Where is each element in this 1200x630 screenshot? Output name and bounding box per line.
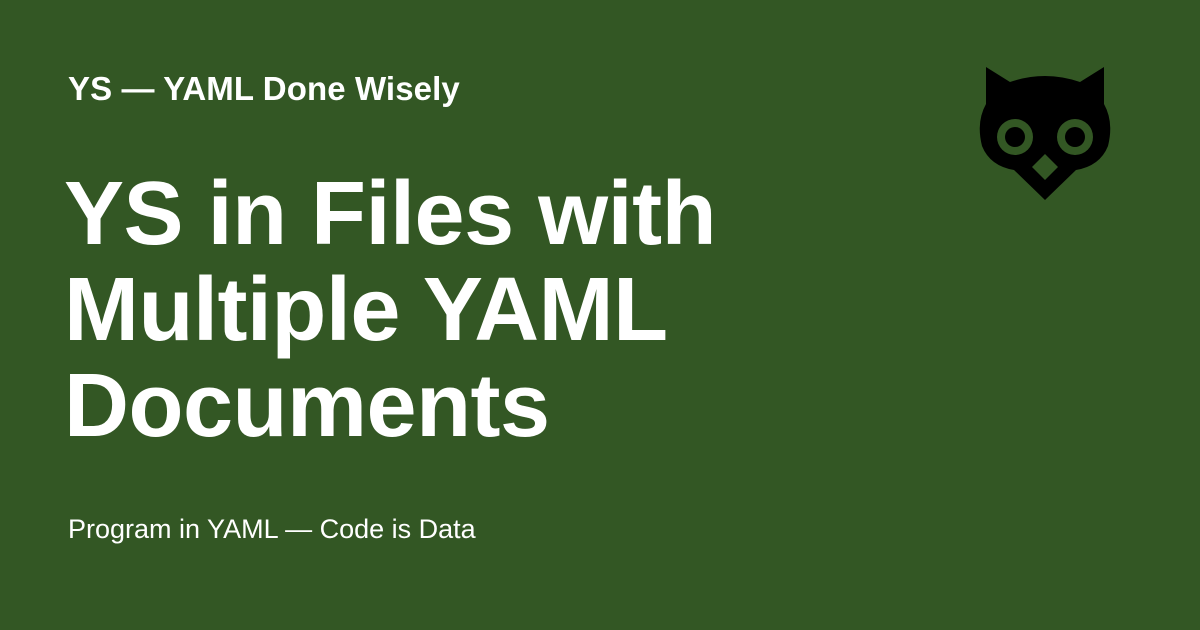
page-title-line-3: Documents bbox=[64, 356, 550, 456]
site-name: YS — YAML Done Wisely bbox=[68, 70, 460, 107]
social-card: YS — YAML Done Wisely YS in Files with M… bbox=[0, 0, 1200, 630]
page-title: YS in Files with Multiple YAML Documents bbox=[64, 166, 824, 454]
owl-icon bbox=[976, 64, 1114, 200]
tagline: Program in YAML — Code is Data bbox=[68, 514, 476, 544]
page-title-line-1: YS in Files with bbox=[64, 164, 717, 264]
page-title-line-2: Multiple YAML bbox=[64, 260, 668, 360]
